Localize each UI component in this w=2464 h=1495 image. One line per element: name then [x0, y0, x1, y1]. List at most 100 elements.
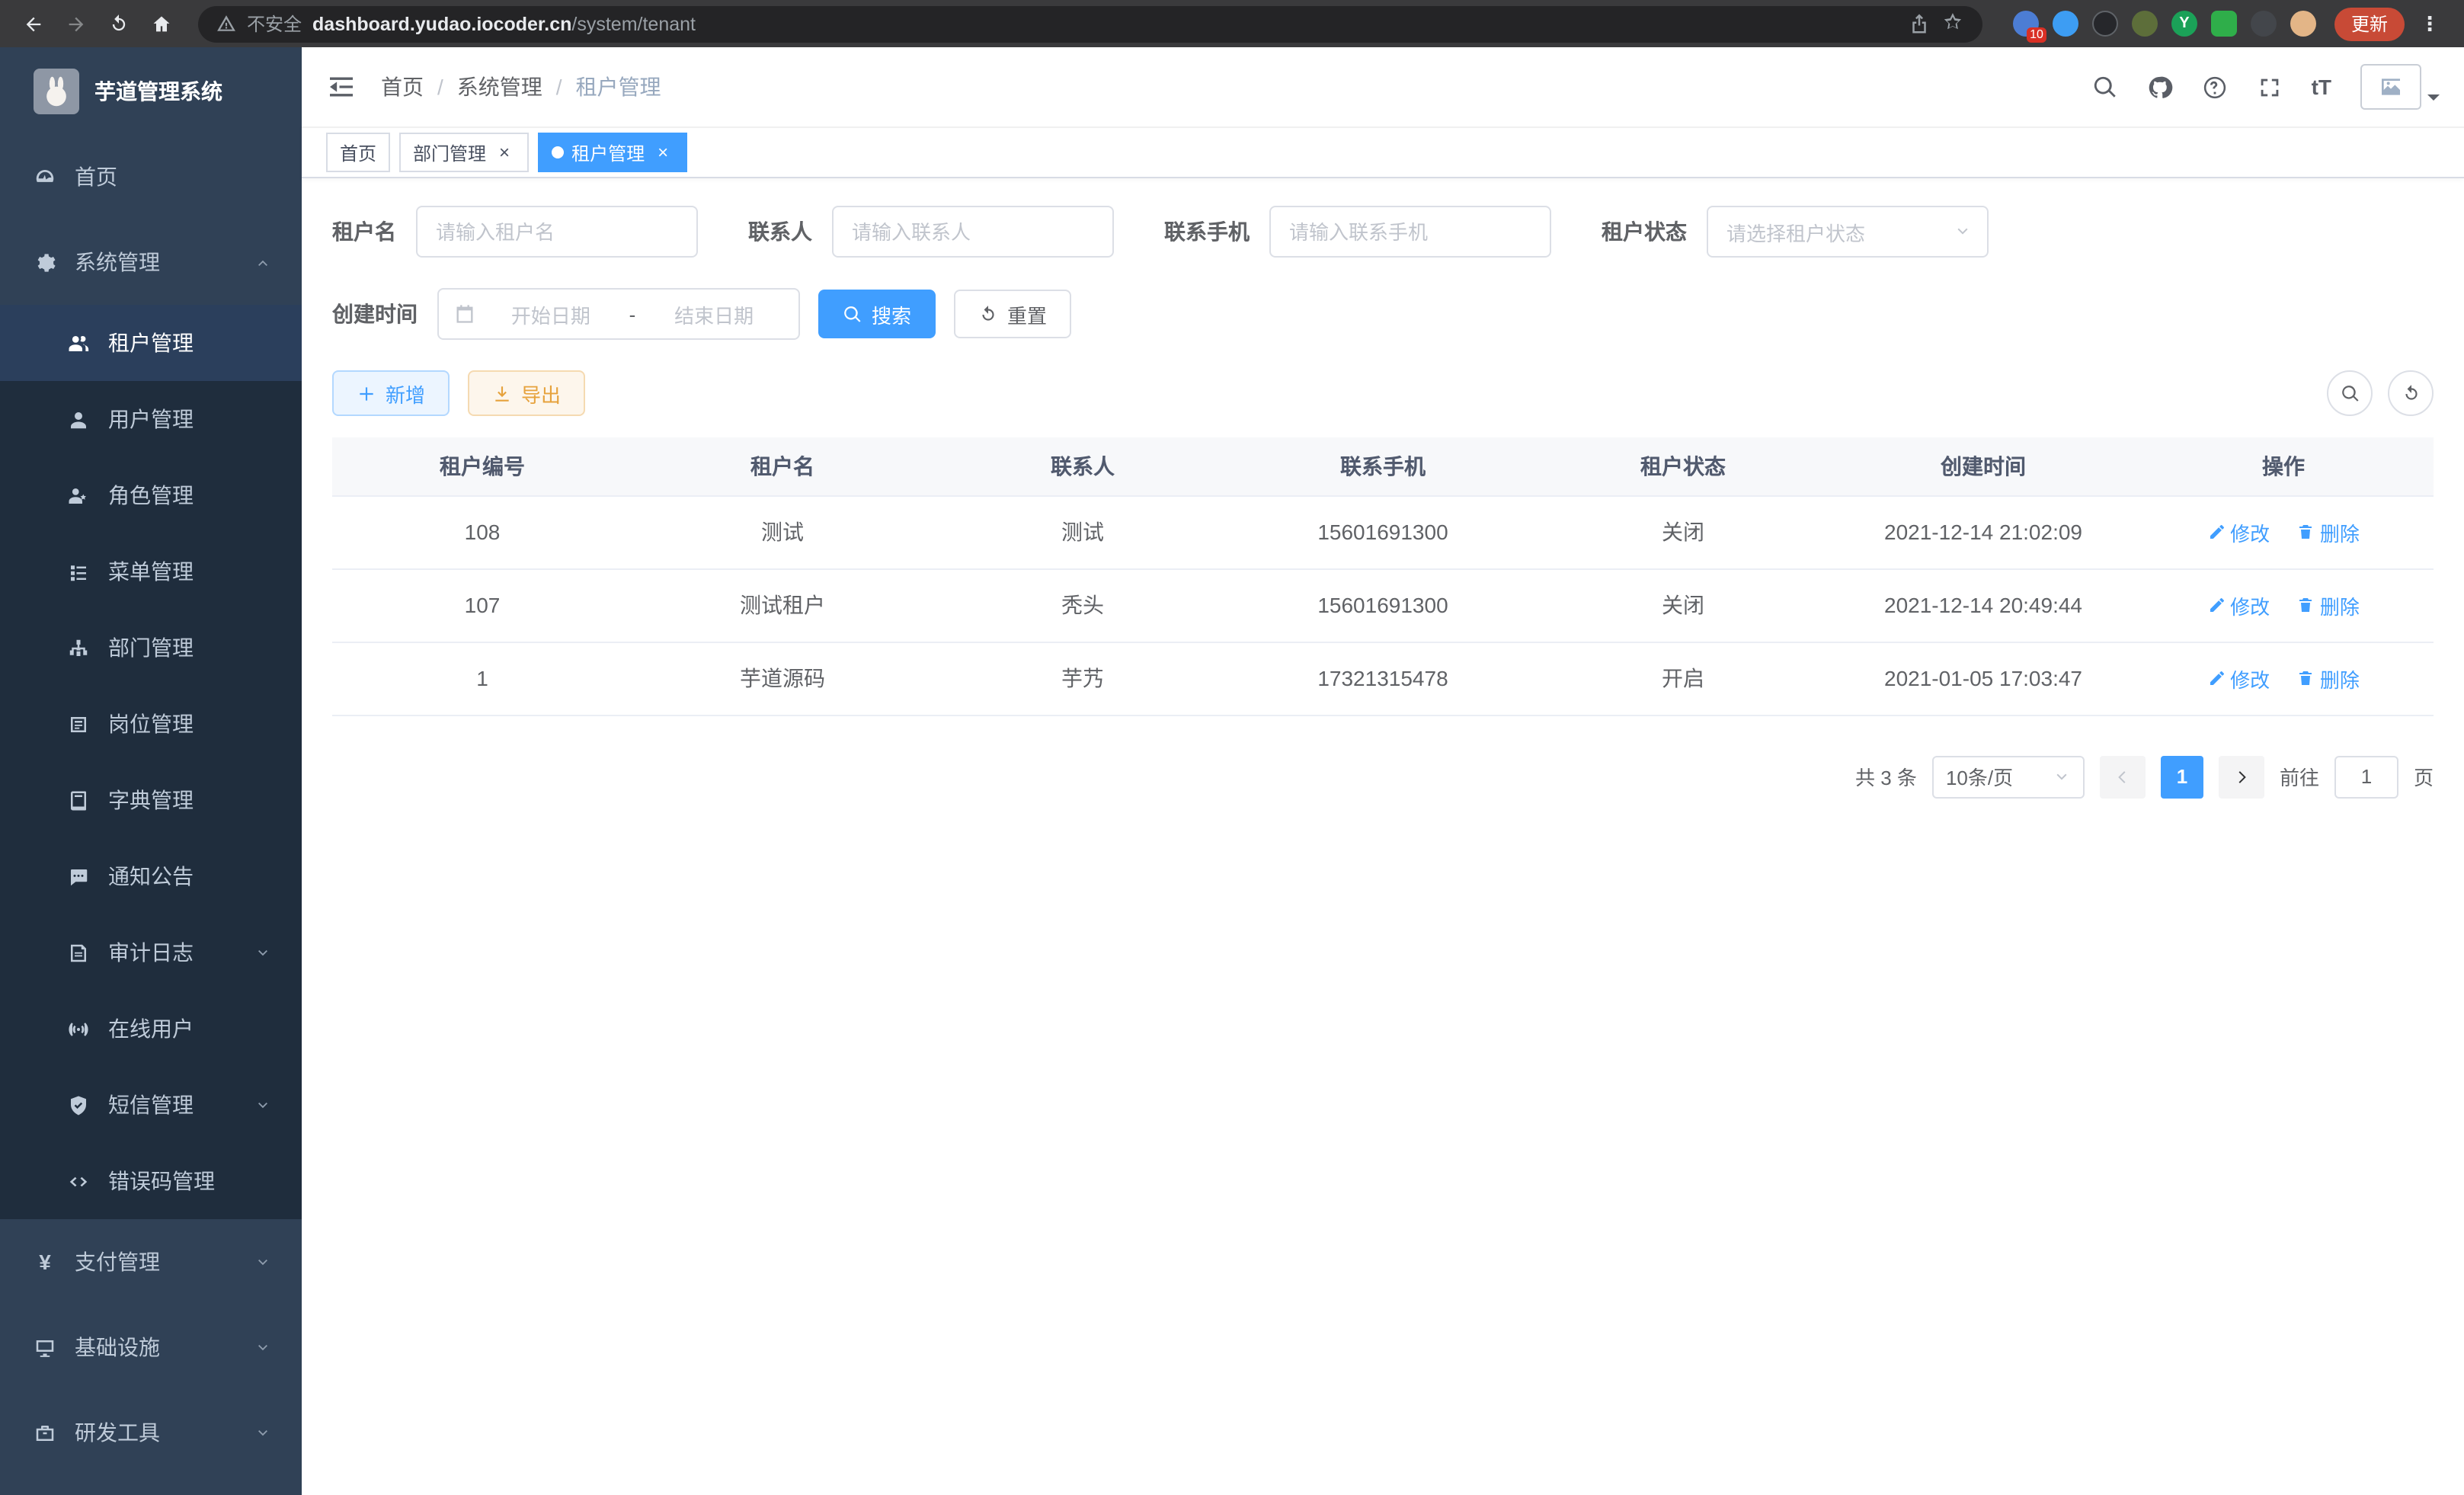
security-label: 不安全	[247, 11, 302, 37]
search-button[interactable]: 搜索	[818, 290, 936, 338]
pagination-total: 共 3 条	[1855, 762, 1917, 791]
cell-actions: 修改 删除	[2133, 642, 2434, 715]
breadcrumb-separator: /	[437, 75, 443, 99]
add-button-label: 新增	[386, 379, 425, 408]
extension-grid-icon[interactable]: 10	[2013, 11, 2039, 37]
user-menu[interactable]	[2360, 64, 2440, 110]
date-range-picker[interactable]: 开始日期 - 结束日期	[437, 288, 800, 340]
sidebar-item-infrastructure[interactable]: 基础设施	[0, 1305, 302, 1390]
browser-home-button[interactable]	[143, 5, 180, 42]
table-row: 1 芋道源码 芋艿 17321315478 开启 2021-01-05 17:0…	[332, 642, 2434, 715]
collapse-sidebar-icon[interactable]	[326, 72, 357, 102]
font-size-icon[interactable]: tT	[2312, 75, 2331, 99]
sidebar-item-user[interactable]: 用户管理	[0, 381, 302, 457]
browser-menu-icon[interactable]: ⋮	[2411, 11, 2449, 36]
extension-avatar-icon[interactable]	[2290, 11, 2316, 37]
topbar-actions: tT	[2092, 64, 2440, 110]
org-tree-icon	[67, 636, 90, 659]
mobile-input[interactable]	[1269, 206, 1551, 258]
sidebar-item-dev-tools[interactable]: 研发工具	[0, 1390, 302, 1475]
edit-button[interactable]: 修改	[2207, 664, 2270, 693]
app-frame: 芋道管理系统 首页 系统管理 租户管理 用户管理	[0, 47, 2464, 1495]
chevron-down-icon	[1954, 222, 1972, 241]
browser-reload-button[interactable]	[101, 5, 137, 42]
breadcrumb-current: 租户管理	[576, 72, 661, 102]
tab-home[interactable]: 首页	[326, 133, 390, 172]
github-link-button[interactable]	[2147, 74, 2173, 100]
sidebar-item-post[interactable]: 岗位管理	[0, 686, 302, 762]
tab-tenant[interactable]: 租户管理 ×	[538, 133, 687, 172]
tab-close-icon[interactable]: ×	[652, 142, 674, 163]
extension-dark-icon[interactable]	[2092, 11, 2118, 37]
breadcrumb-home[interactable]: 首页	[381, 72, 424, 102]
sidebar-item-label: 在线用户	[108, 1013, 271, 1044]
sidebar-item-label: 研发工具	[75, 1417, 254, 1448]
url-bar[interactable]: 不安全 dashboard.yudao.iocoder.cn/system/te…	[198, 5, 1982, 42]
share-icon[interactable]	[1908, 12, 1931, 35]
status-select[interactable]: 请选择租户状态	[1707, 206, 1989, 258]
extension-letter: Y	[2179, 15, 2189, 32]
sidebar-item-audit-log[interactable]: 审计日志	[0, 914, 302, 991]
search-icon	[843, 304, 862, 324]
tenant-name-input[interactable]	[416, 206, 698, 258]
edit-button[interactable]: 修改	[2207, 591, 2270, 619]
menu-tree-icon	[67, 560, 90, 583]
fullscreen-button[interactable]	[2257, 74, 2283, 100]
chevron-down-icon	[254, 1096, 271, 1113]
reset-button[interactable]: 重置	[954, 290, 1071, 338]
sidebar-item-dept[interactable]: 部门管理	[0, 610, 302, 686]
sidebar-item-dict[interactable]: 字典管理	[0, 762, 302, 838]
next-page-button[interactable]	[2219, 755, 2264, 798]
breadcrumb-system[interactable]: 系统管理	[457, 72, 542, 102]
sidebar-item-tenant[interactable]: 租户管理	[0, 305, 302, 381]
sidebar-item-notice[interactable]: 通知公告	[0, 838, 302, 914]
sidebar-item-system[interactable]: 系统管理	[0, 219, 302, 305]
export-button[interactable]: 导出	[468, 370, 585, 416]
prev-page-button[interactable]	[2100, 755, 2146, 798]
sidebar-item-menu[interactable]: 菜单管理	[0, 533, 302, 610]
date-separator: -	[626, 303, 639, 325]
chevron-down-icon	[254, 1339, 271, 1356]
reset-button-label: 重置	[1007, 299, 1047, 328]
sidebar-item-payment[interactable]: ¥ 支付管理	[0, 1219, 302, 1305]
log-icon	[67, 941, 90, 964]
sidebar-item-sms[interactable]: 短信管理	[0, 1067, 302, 1143]
current-page[interactable]: 1	[2161, 755, 2203, 798]
extension-drop-icon[interactable]	[2053, 11, 2078, 37]
field-label: 租户名	[332, 216, 396, 247]
tenant-table: 租户编号 租户名 联系人 联系手机 租户状态 创建时间 操作 108 测试	[332, 437, 2434, 715]
sidebar-item-label: 审计日志	[108, 937, 254, 968]
sidebar-item-online-user[interactable]: 在线用户	[0, 991, 302, 1067]
extension-plug-icon[interactable]	[2251, 11, 2277, 37]
sidebar-item-role[interactable]: 角色管理	[0, 457, 302, 533]
sidebar-item-home[interactable]: 首页	[0, 134, 302, 219]
edit-label: 修改	[2230, 664, 2270, 693]
contact-input[interactable]	[832, 206, 1114, 258]
tab-dept[interactable]: 部门管理 ×	[399, 133, 529, 172]
refresh-table-button[interactable]	[2388, 370, 2434, 416]
browser-forward-button[interactable]	[58, 5, 94, 42]
page-size-select[interactable]: 10条/页	[1932, 755, 2085, 798]
add-button[interactable]: 新增	[332, 370, 450, 416]
extension-chat-icon[interactable]	[2211, 11, 2237, 37]
sidebar-item-error-code[interactable]: 错误码管理	[0, 1143, 302, 1219]
table-header-row: 租户编号 租户名 联系人 联系手机 租户状态 创建时间 操作	[332, 437, 2434, 495]
toggle-search-button[interactable]	[2327, 370, 2373, 416]
edit-button[interactable]: 修改	[2207, 517, 2270, 546]
extension-y-icon[interactable]: Y	[2171, 11, 2197, 37]
sidebar-logo[interactable]: 芋道管理系统	[0, 47, 302, 134]
delete-button[interactable]: 删除	[2297, 517, 2360, 546]
browser-update-button[interactable]: 更新	[2334, 7, 2405, 40]
tab-close-icon[interactable]: ×	[494, 142, 515, 163]
goto-page-input[interactable]	[2334, 755, 2398, 798]
delete-button[interactable]: 删除	[2297, 591, 2360, 619]
sidebar-item-label: 支付管理	[75, 1247, 254, 1277]
extension-olive-icon[interactable]	[2132, 11, 2158, 37]
bookmark-star-icon[interactable]	[1941, 12, 1964, 35]
help-button[interactable]	[2202, 74, 2228, 100]
header-search-button[interactable]	[2092, 74, 2118, 100]
chevron-right-icon	[2232, 767, 2251, 786]
page-content: 租户名 联系人 联系手机 租户状态 请选择租户状态	[302, 178, 2464, 1495]
delete-button[interactable]: 删除	[2297, 664, 2360, 693]
browser-back-button[interactable]	[15, 5, 52, 42]
